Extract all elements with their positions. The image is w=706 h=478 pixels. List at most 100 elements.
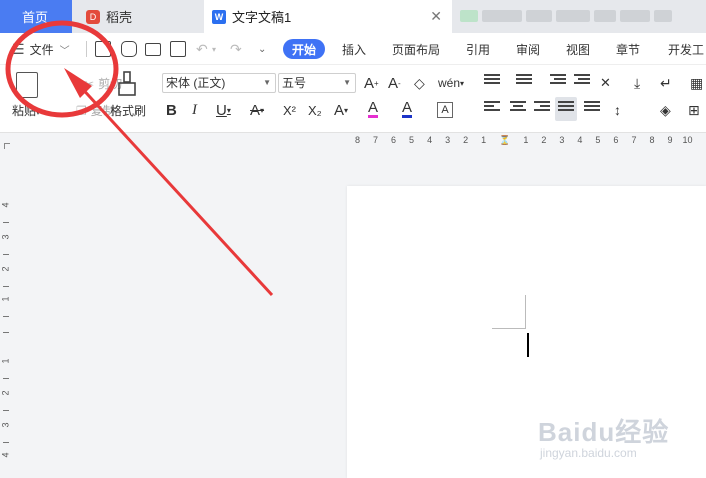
chevron-down-icon: ﹀ xyxy=(59,45,70,57)
vruler-tick xyxy=(3,442,9,443)
highlight-button[interactable]: A xyxy=(368,98,379,118)
line-spacing-icon[interactable]: ↕ xyxy=(614,99,621,121)
underline-button[interactable]: U ▾ xyxy=(216,99,231,121)
pinyin-icon: wén xyxy=(438,76,461,90)
shrink-font-icon: A xyxy=(388,74,399,92)
decrease-indent-icon[interactable] xyxy=(550,74,566,88)
vruler-num: 4 xyxy=(0,452,11,458)
export-pdf-icon[interactable] xyxy=(121,41,137,57)
border-icon[interactable]: ⊞ xyxy=(688,99,700,121)
daoke-logo-icon: D xyxy=(86,9,100,24)
vruler-tick xyxy=(3,254,9,255)
ruler-ticks: 8 7 6 5 4 3 2 1 ⏳ 1 2 3 4 5 6 7 8 9 10 xyxy=(355,135,693,145)
vruler-num: 1 xyxy=(0,358,11,364)
format-painter-icon[interactable] xyxy=(118,71,136,97)
writer-logo-icon: W xyxy=(212,9,226,24)
print-icon[interactable] xyxy=(145,43,161,56)
close-tab-icon[interactable]: ✕ xyxy=(430,8,442,25)
vruler-num: 3 xyxy=(0,234,11,240)
scissors-icon: ✂ xyxy=(84,77,95,91)
sort-icon[interactable]: ⤓ xyxy=(634,72,640,94)
italic-button[interactable]: I xyxy=(192,99,197,121)
redo-icon[interactable]: ↷ xyxy=(230,33,242,65)
save-icon[interactable] xyxy=(95,41,111,57)
print-preview-icon[interactable] xyxy=(170,41,186,57)
font-name-select[interactable]: 宋体 (正文) ▼ xyxy=(162,73,276,93)
tab-page-layout[interactable]: 页面布局 xyxy=(392,39,440,59)
chevron-down-icon: ▼ xyxy=(343,78,351,87)
wps-writer-window: 首页 D 稻壳 W 文字文稿1 ✕ ☰ 文件 ﹀ ↶ ▾ ↷ ⌄ 开始 插入 页… xyxy=(0,0,706,478)
tab-insert[interactable]: 插入 xyxy=(342,39,366,59)
align-left-icon[interactable] xyxy=(484,101,500,115)
tab-document-label: 文字文稿1 xyxy=(232,10,292,25)
superscript-button[interactable]: X² xyxy=(283,99,296,121)
show-marks-icon[interactable]: ↵ xyxy=(660,72,672,94)
highlight-icon: A xyxy=(368,98,379,116)
bullet-list-icon[interactable] xyxy=(484,74,500,88)
blurred-tabs xyxy=(460,8,700,24)
shrink-font-button[interactable]: A- xyxy=(388,72,401,94)
paste-icon[interactable] xyxy=(16,72,38,98)
menu-toolbar: ☰ 文件 ﹀ ↶ ▾ ↷ ⌄ 开始 插入 页面布局 引用 审阅 视图 章节 开发… xyxy=(0,33,706,65)
align-center-icon[interactable] xyxy=(510,101,526,115)
table-icon[interactable]: ▦ xyxy=(690,72,703,94)
font-color-icon: A xyxy=(402,98,413,116)
copy-button[interactable]: ❐ 复制 xyxy=(76,102,115,119)
vruler-tick xyxy=(3,410,9,411)
pinyin-button[interactable]: wén ▾ xyxy=(438,72,464,94)
strikethrough-button[interactable]: A ▾ xyxy=(250,99,264,121)
horizontal-ruler[interactable]: 8 7 6 5 4 3 2 1 ⏳ 1 2 3 4 5 6 7 8 9 10 xyxy=(0,133,706,155)
customize-toolbar-icon[interactable]: ⌄ xyxy=(258,33,266,65)
clear-format-icon[interactable]: ◇ xyxy=(414,72,425,94)
cut-button[interactable]: ✂ 剪切 xyxy=(84,75,122,92)
vertical-ruler[interactable]: 4 3 2 1 1 2 3 4 xyxy=(0,192,16,478)
vruler-num: 2 xyxy=(0,266,11,272)
vruler-tick xyxy=(3,222,9,223)
font-name-value: 宋体 (正文) xyxy=(166,76,226,90)
tab-daoke-label: 稻壳 xyxy=(106,10,133,25)
file-menu-label: 文件 xyxy=(29,42,54,57)
tab-daoke[interactable]: D 稻壳 xyxy=(80,0,200,33)
format-painter-button[interactable]: 格式刷 xyxy=(110,102,146,119)
underline-icon: U xyxy=(216,101,227,119)
grow-font-icon: A xyxy=(364,74,375,92)
tab-bar: 首页 D 稻壳 W 文字文稿1 ✕ xyxy=(0,0,706,33)
file-menu-button[interactable]: ☰ 文件 ﹀ xyxy=(12,33,70,65)
vruler-num: 3 xyxy=(0,422,11,428)
vruler-num: 1 xyxy=(0,296,11,302)
shading-icon[interactable]: ◈ xyxy=(660,99,671,121)
justify-icon[interactable] xyxy=(558,101,574,115)
tab-chapter[interactable]: 章节 xyxy=(616,39,640,59)
distributed-align-icon[interactable] xyxy=(584,101,600,115)
vruler-num: 4 xyxy=(0,202,11,208)
numbered-list-icon[interactable] xyxy=(516,74,532,88)
chinese-layout-icon[interactable]: ✕ xyxy=(600,72,611,94)
tab-developer[interactable]: 开发工 xyxy=(668,39,704,59)
tab-review[interactable]: 审阅 xyxy=(516,39,540,59)
baidu-watermark-url: jingyan.baidu.com xyxy=(540,446,637,460)
baidu-watermark: Baidu经验 xyxy=(538,417,670,447)
tab-home[interactable]: 首页 xyxy=(0,0,72,33)
font-size-select[interactable]: 五号 ▼ xyxy=(278,73,356,93)
tab-start[interactable]: 开始 xyxy=(283,39,325,59)
vruler-tick xyxy=(3,286,9,287)
bold-button[interactable]: B xyxy=(166,99,177,121)
vruler-tick xyxy=(3,316,9,317)
hamburger-icon: ☰ xyxy=(12,40,25,57)
font-effect-button[interactable]: A ▾ xyxy=(334,99,348,121)
tab-document[interactable]: W 文字文稿1 ✕ xyxy=(204,0,452,33)
undo-dropdown-icon[interactable]: ▾ xyxy=(212,33,216,65)
subscript-button[interactable]: X₂ xyxy=(308,99,322,121)
font-color-button[interactable]: A xyxy=(402,98,413,118)
copy-icon: ❐ xyxy=(76,104,87,118)
tab-view[interactable]: 视图 xyxy=(566,39,590,59)
tab-references[interactable]: 引用 xyxy=(466,39,490,59)
paste-button[interactable]: 粘贴▾ xyxy=(12,102,40,119)
char-border-button[interactable]: A xyxy=(437,102,453,118)
grow-font-button[interactable]: A + xyxy=(364,72,379,94)
increase-indent-icon[interactable] xyxy=(574,74,590,88)
align-right-icon[interactable] xyxy=(534,101,550,115)
undo-icon[interactable]: ↶ xyxy=(196,33,208,65)
vruler-tick xyxy=(3,332,9,333)
chevron-down-icon: ▼ xyxy=(263,78,271,87)
